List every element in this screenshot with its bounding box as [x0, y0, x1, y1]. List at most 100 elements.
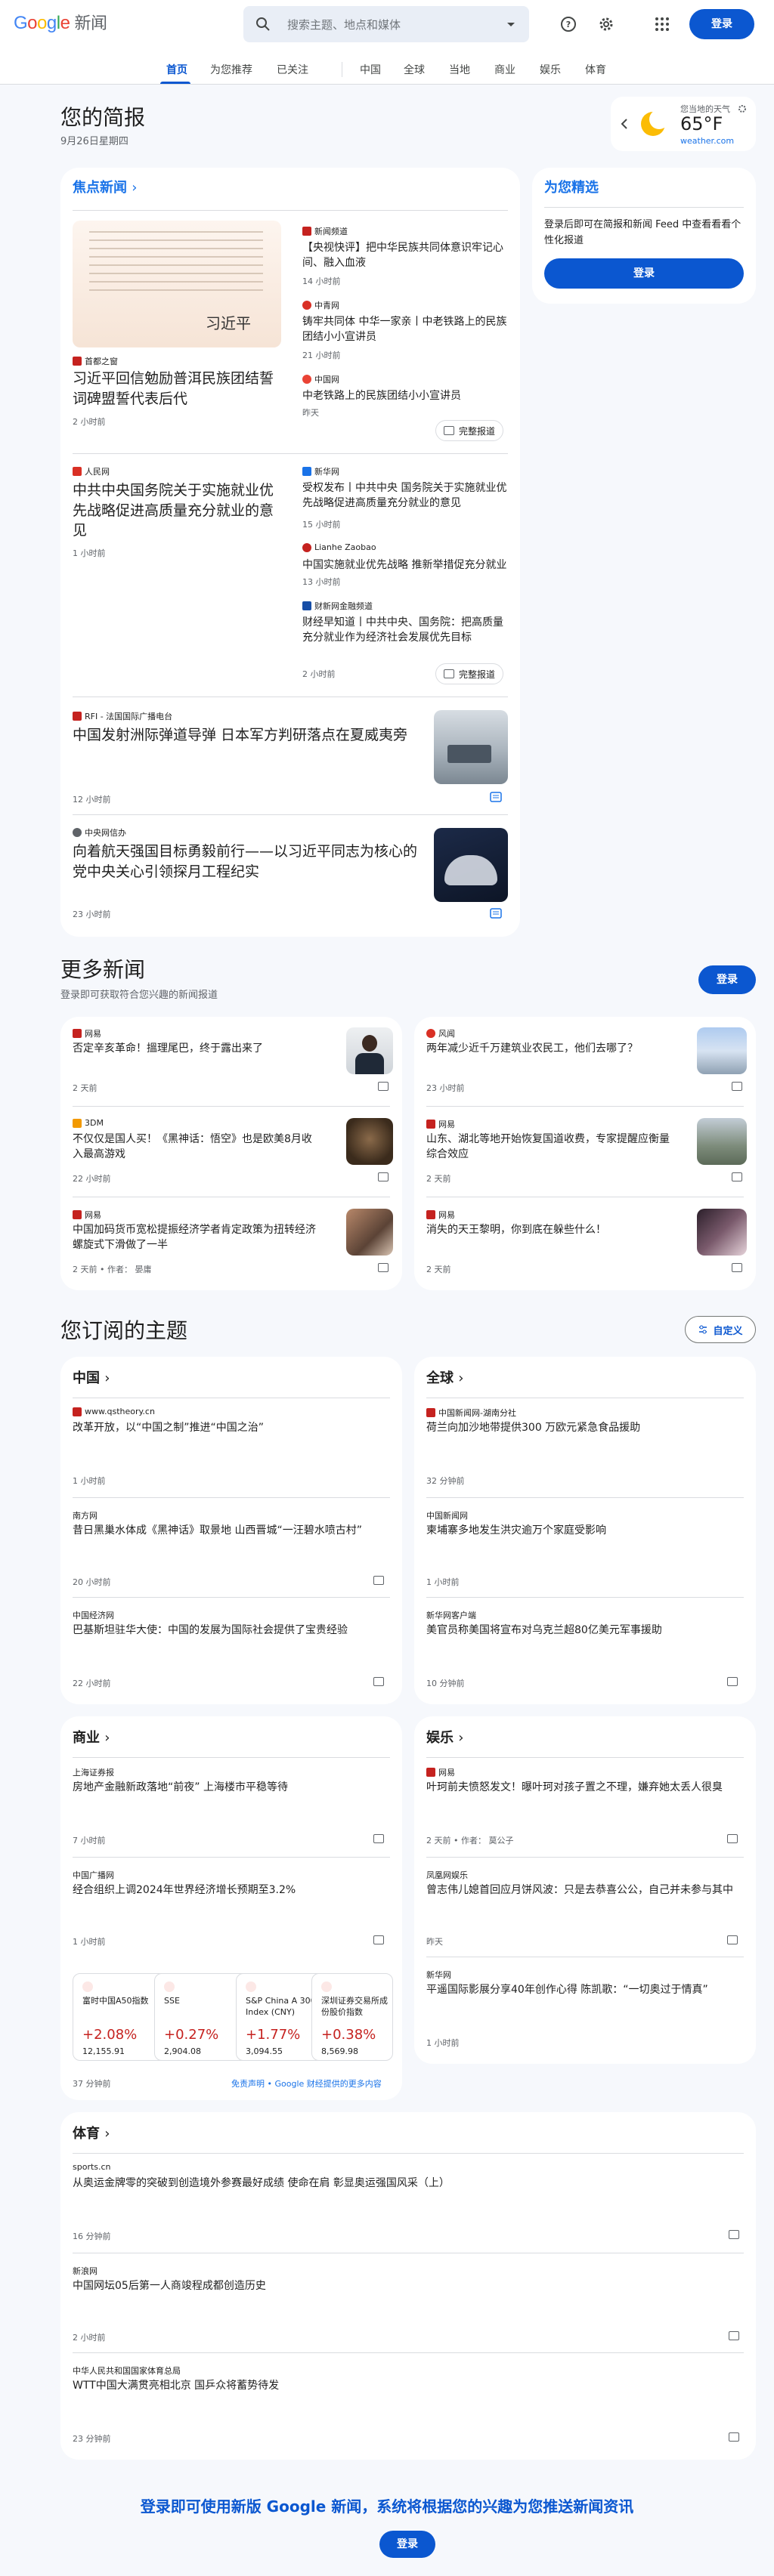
source-label: 风闻 [426, 1027, 455, 1039]
full-coverage-icon[interactable] [727, 1935, 738, 1944]
full-coverage-icon[interactable] [490, 908, 502, 919]
help-icon[interactable]: ? [559, 15, 577, 33]
topic-business-title[interactable]: 商业 › [73, 1727, 110, 1747]
finance-disclaimer-link[interactable]: 免责声明 • Google 财经提供的更多内容 [231, 2077, 382, 2090]
chevron-down-icon[interactable] [503, 17, 519, 32]
full-coverage-button[interactable]: 完整报道 [435, 420, 504, 441]
lead-headline[interactable]: 习近平回信勉励普洱民族团结誓词碑盟誓代表后代 [73, 369, 284, 409]
headline[interactable]: 平遥国际影展分享40年创作心得 陈凯歌：“一切奥过于情真” [426, 1982, 744, 1997]
full-coverage-icon[interactable] [729, 2432, 739, 2442]
tab-china[interactable]: 中国 [360, 62, 381, 77]
customize-button[interactable]: 自定义 [685, 1316, 756, 1343]
lead-headline[interactable]: 中共中央国务院关于实施就业优先战略促进高质量充分就业的意见 [73, 480, 284, 541]
headline[interactable]: 山东、湖北等地开始恢复国道收费，专家提醒应衡量综合效应 [426, 1132, 676, 1163]
headline[interactable]: 中老铁路上的民族团结小小宣讲员 [302, 388, 508, 403]
tab-world[interactable]: 全球 [404, 62, 425, 77]
tab-sports[interactable]: 体育 [585, 62, 606, 77]
source-label: 人民网 [73, 465, 110, 477]
full-coverage-icon[interactable] [732, 1263, 742, 1272]
tab-entertainment[interactable]: 娱乐 [540, 62, 561, 77]
full-coverage-icon[interactable] [373, 1935, 384, 1944]
headline[interactable]: 否定辛亥革命！搵理尾巴，终于露出来了 [73, 1041, 322, 1056]
full-coverage-icon[interactable] [729, 2331, 739, 2340]
apps-grid-icon[interactable] [653, 15, 671, 33]
full-coverage-button[interactable]: 完整报道 [435, 663, 504, 684]
full-coverage-icon[interactable] [490, 792, 502, 802]
headline[interactable]: 中国发射洲际弹道导弹 日本军方判研落点在夏威夷旁 [73, 725, 428, 746]
topic-world-title[interactable]: 全球 › [426, 1367, 463, 1387]
headline[interactable]: 两年减少近千万建筑业农民工，他们去哪了？ [426, 1041, 676, 1056]
weather-source[interactable]: weather.com [680, 136, 734, 146]
headline[interactable]: 叶珂前夫愤怒发文！曝叶珂对孩子置之不理，嫌弃她太丢人很臭 [426, 1780, 744, 1795]
for-you-title[interactable]: 为您精选 [544, 177, 599, 196]
headline[interactable]: 铸牢共同体 中华一家亲丨中老铁路上的民族团结小小宣讲员 [302, 314, 508, 345]
for-you-signin-button[interactable]: 登录 [544, 258, 744, 289]
full-coverage-icon[interactable] [732, 1172, 742, 1181]
headline[interactable]: 美官员称美国将宣布对乌克兰超80亿美元军事援助 [426, 1623, 744, 1638]
singer-photo[interactable] [697, 1209, 747, 1256]
tab-business[interactable]: 商业 [494, 62, 515, 77]
headline[interactable]: 从奥运金牌零的突破到创造境外参赛最好成绩 使命在肩 彰显奥运强国风采（上） [73, 2176, 744, 2191]
gear-icon[interactable] [597, 15, 615, 33]
top-stories-title[interactable]: 焦点新闻 › [73, 177, 137, 196]
divider [73, 1757, 390, 1758]
timestamp: 13 小时前 [302, 577, 341, 587]
tab-following[interactable]: 已关注 [277, 62, 308, 77]
stock-tile[interactable]: 深圳证券交易所成份股价指数 +0.38% 8,569.98 [311, 1973, 393, 2061]
topic-world-card: 全球 › 中国新闻网-湖南分社 荷兰向加沙地带提供300 万欧元紧急食品援助 3… [414, 1357, 756, 1704]
full-coverage-icon[interactable] [373, 1677, 384, 1686]
letter-image[interactable]: 习近平 [73, 221, 281, 347]
tab-local[interactable]: 当地 [449, 62, 470, 77]
headline[interactable]: 改革开放，以“中国之制”推进“中国之治” [73, 1420, 390, 1435]
headline[interactable]: WTT中国大满贯亮相北京 国乒众将蓄势待发 [73, 2378, 744, 2393]
headline[interactable]: 经合组织上调2024年世界经济增长预期至3.2% [73, 1883, 390, 1898]
search-box[interactable]: 搜索主题、地点和媒体 [243, 6, 529, 42]
tab-for-you[interactable]: 为您推荐 [210, 62, 252, 77]
footer-signin-button[interactable]: 登录 [379, 2531, 435, 2558]
full-coverage-icon[interactable] [373, 1576, 384, 1585]
headline[interactable]: 中国网坛05后第一人商竣程成都创造历史 [73, 2278, 744, 2293]
full-coverage-icon[interactable] [378, 1263, 389, 1272]
headline[interactable]: 消失的天王黎明，你到底在躲些什么！ [426, 1222, 676, 1237]
headline[interactable]: 昔日黑巢水体成《黑神话》取景地 山西晋城“一汪碧水喷古村” [73, 1523, 390, 1538]
headline[interactable]: 财经早知道丨中共中央、国务院：把高质量充分就业作为经济社会发展优先目标 [302, 615, 508, 646]
missile-photo[interactable] [434, 710, 508, 784]
person-photo[interactable] [346, 1027, 393, 1074]
headline[interactable]: 向着航天强国目标勇毅前行——以习近平同志为核心的党中央关心引领探月工程纪实 [73, 842, 428, 882]
headline[interactable]: 荷兰向加沙地带提供300 万欧元紧急食品援助 [426, 1420, 744, 1435]
topic-entertainment-title[interactable]: 娱乐 › [426, 1727, 463, 1747]
headline[interactable]: 受权发布丨中共中央 国务院关于实施就业优先战略促进高质量充分就业的意见 [302, 480, 508, 511]
headline[interactable]: 不仅仅是国人买！《黑神话：悟空》也是欧美8月收入最高游戏 [73, 1132, 322, 1163]
headline[interactable]: 房地产金融新政落地“前夜” 上海楼市平稳等待 [73, 1780, 390, 1795]
tab-home[interactable]: 首页 [166, 62, 187, 77]
topic-sports-title[interactable]: 体育 › [73, 2123, 110, 2142]
search-icon[interactable] [254, 15, 272, 33]
full-coverage-icon[interactable] [727, 1677, 738, 1686]
full-coverage-icon[interactable] [727, 1834, 738, 1843]
header-signin-button[interactable]: 登录 [689, 9, 754, 39]
full-coverage-icon[interactable] [378, 1082, 389, 1091]
headline[interactable]: 巴基斯坦驻华大使：中国的发展为国际社会提供了宝贵经验 [73, 1623, 390, 1638]
headline[interactable]: 曾志伟儿媳首回应月饼风波：只是去恭喜公公，自己并未参与其中 [426, 1883, 744, 1898]
headline[interactable]: 【央视快评】把中华民族共同体意识牢记心间、融入血液 [302, 240, 508, 271]
full-coverage-icon[interactable] [729, 2230, 739, 2239]
weather-widget[interactable]: 您当地的天气 65°F weather.com [611, 97, 756, 151]
arrow-up-icon [246, 1981, 256, 1992]
meeting-photo[interactable] [346, 1209, 393, 1256]
chevron-left-icon[interactable] [620, 118, 629, 130]
full-coverage-icon[interactable] [378, 1172, 389, 1181]
topic-china-title[interactable]: 中国 › [73, 1367, 110, 1387]
space-photo[interactable] [434, 828, 508, 902]
more-news-signin-button[interactable]: 登录 [698, 965, 756, 994]
headline[interactable]: 中国实施就业优先战略 推新举措促充分就业 [302, 558, 508, 573]
construction-photo[interactable] [697, 1027, 747, 1074]
game-photo[interactable] [346, 1118, 393, 1165]
headline[interactable]: 中国加码货币宽松提振经济学者肯定政策为扭转经济螺旋式下滑做了一半 [73, 1222, 322, 1253]
highway-photo[interactable] [697, 1118, 747, 1165]
weather-settings-icon[interactable] [738, 104, 747, 113]
full-coverage-icon[interactable] [373, 1834, 384, 1843]
topic-china-card: 中国 › www.qstheory.cn 改革开放，以“中国之制”推进“中国之治… [60, 1357, 402, 1704]
google-news-logo[interactable]: Google 新闻 [14, 13, 107, 34]
full-coverage-icon[interactable] [732, 1082, 742, 1091]
headline[interactable]: 柬埔寨多地发生洪灾逾万个家庭受影响 [426, 1523, 744, 1538]
